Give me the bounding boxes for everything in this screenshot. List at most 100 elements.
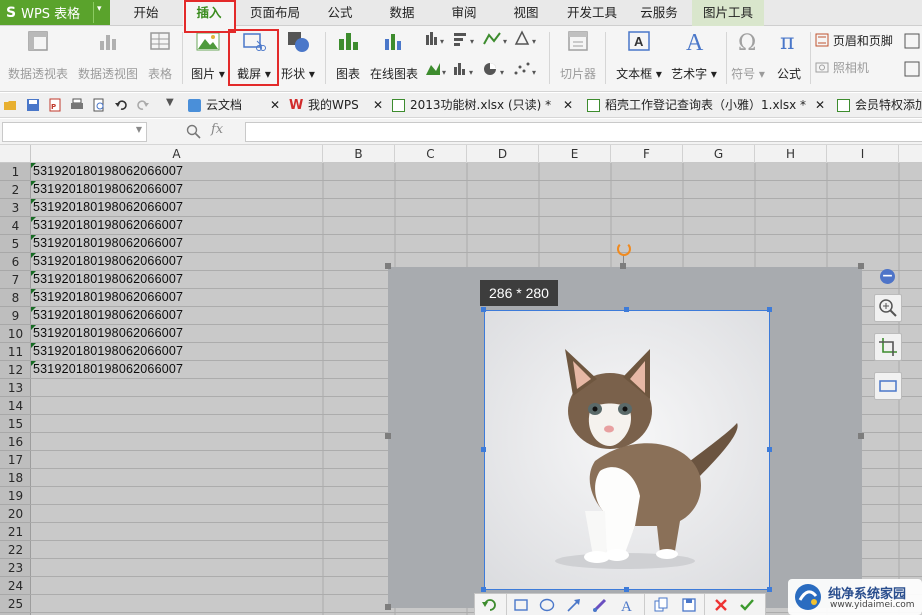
cell-a9[interactable]: 531920180198062066007 [31, 307, 323, 325]
cell-a12[interactable]: 531920180198062066007 [31, 361, 323, 379]
row-header[interactable]: 19 [0, 487, 31, 505]
cell-a3[interactable]: 531920180198062066007 [31, 199, 323, 217]
tab-page-layout[interactable]: 页面布局 [244, 0, 306, 26]
app-menu-arrow-icon[interactable]: ▾ [97, 4, 102, 14]
online-chart-button[interactable]: 在线图表 [368, 29, 420, 81]
row-header[interactable]: 13 [0, 379, 31, 397]
row-header[interactable]: 22 [0, 541, 31, 559]
crop-handle[interactable] [767, 587, 772, 592]
doc-tab-my-wps[interactable]: W 我的WPS [289, 93, 359, 118]
tab-home[interactable]: 开始 [120, 0, 172, 26]
cell-a1[interactable]: 531920180198062066007 [31, 163, 323, 181]
row-header[interactable]: 5 [0, 235, 31, 253]
arrow-tool-icon[interactable] [566, 597, 582, 613]
cell-a8[interactable]: 531920180198062066007 [31, 289, 323, 307]
print-icon[interactable] [70, 98, 84, 112]
crop-handle[interactable] [481, 447, 486, 452]
cell-a5[interactable]: 531920180198062066007 [31, 235, 323, 253]
cell-a6[interactable]: 531920180198062066007 [31, 253, 323, 271]
crop-handle[interactable] [624, 307, 629, 312]
frame-handle[interactable] [858, 263, 864, 269]
row-header[interactable]: 24 [0, 577, 31, 595]
wps-app-menu-button[interactable]: S WPS 表格 ▾ [0, 0, 110, 25]
wordart-button[interactable]: A 艺术字 ▾ [668, 29, 720, 81]
close-tab-icon[interactable]: ✕ [563, 93, 573, 118]
close-tab-icon[interactable]: ✕ [373, 93, 383, 118]
frame-handle[interactable] [385, 263, 391, 269]
qat-dropdown-icon[interactable]: ▼ [166, 97, 174, 108]
rectangle-tool-icon[interactable] [513, 597, 529, 613]
row-header[interactable]: 11 [0, 343, 31, 361]
frame-handle[interactable] [858, 433, 864, 439]
close-tab-icon[interactable]: ✕ [270, 93, 280, 118]
crop-handle[interactable] [481, 587, 486, 592]
crop-handle[interactable] [481, 307, 486, 312]
screenshot-capture-area[interactable] [484, 310, 770, 590]
row-header[interactable]: 15 [0, 415, 31, 433]
shapes-button[interactable]: 形状 ▾ [278, 29, 318, 81]
camera-button[interactable]: 照相机 [815, 59, 905, 77]
chart-type-gallery[interactable]: ▾ ▾ ▾ ▾ ▾ ▾ ▾ ▾ [424, 29, 544, 89]
cell-a7[interactable]: 531920180198062066007 [31, 271, 323, 289]
cell-a4[interactable]: 531920180198062066007 [31, 217, 323, 235]
print-preview-icon[interactable] [92, 98, 106, 112]
row-header[interactable]: 4 [0, 217, 31, 235]
chevron-down-icon[interactable]: ▼ [136, 125, 142, 134]
tab-insert[interactable]: 插入 [183, 0, 235, 26]
formula-button[interactable]: π 公式 [772, 29, 806, 81]
screenshot-button[interactable]: 截屏 ▾ [233, 29, 275, 81]
zoom-in-button[interactable] [874, 294, 902, 322]
row-header[interactable]: 10 [0, 325, 31, 343]
rotate-handle-icon[interactable] [617, 242, 631, 256]
save-icon[interactable] [26, 98, 40, 112]
textbox-button[interactable]: A 文本框 ▾ [613, 29, 665, 81]
picture-button[interactable]: 图片 ▾ [188, 29, 228, 81]
column-header-h[interactable]: H [755, 145, 827, 163]
save-icon[interactable] [681, 597, 697, 613]
doc-tab-func-tree[interactable]: 2013功能树.xlsx (只读) * [392, 93, 551, 118]
name-box[interactable]: ▼ [2, 122, 147, 142]
row-header[interactable]: 6 [0, 253, 31, 271]
column-header-a[interactable]: A [31, 145, 323, 163]
ellipse-tool-icon[interactable] [539, 597, 555, 613]
slicer-button[interactable]: 切片器 [556, 29, 600, 81]
close-tab-icon[interactable]: ✕ [815, 93, 825, 118]
frame-handle[interactable] [385, 604, 391, 610]
tab-review[interactable]: 审阅 [440, 0, 488, 26]
crop-handle[interactable] [767, 307, 772, 312]
row-header[interactable]: 8 [0, 289, 31, 307]
row-header[interactable]: 1 [0, 163, 31, 181]
row-header[interactable]: 14 [0, 397, 31, 415]
column-header-b[interactable]: B [323, 145, 395, 163]
crop-handle[interactable] [624, 587, 629, 592]
zoom-icon[interactable] [186, 124, 202, 140]
cell-a11[interactable]: 531920180198062066007 [31, 343, 323, 361]
tab-picture-tools[interactable]: 图片工具 [692, 0, 764, 26]
row-header[interactable]: 3 [0, 199, 31, 217]
crop-handle[interactable] [767, 447, 772, 452]
tab-data[interactable]: 数据 [378, 0, 426, 26]
row-header[interactable]: 9 [0, 307, 31, 325]
doc-tab-cloud[interactable]: 云文档 [188, 93, 242, 118]
row-header[interactable]: 20 [0, 505, 31, 523]
column-header-e[interactable]: E [539, 145, 611, 163]
column-header-f[interactable]: F [611, 145, 683, 163]
header-footer-button[interactable]: 页眉和页脚 [815, 32, 905, 50]
fit-frame-button[interactable] [874, 372, 902, 400]
fx-icon[interactable]: fx [211, 122, 223, 137]
column-header-i[interactable]: I [827, 145, 899, 163]
text-tool-icon[interactable]: A [619, 597, 635, 613]
chart-button[interactable]: 图表 [332, 29, 364, 81]
row-header[interactable]: 21 [0, 523, 31, 541]
row-header[interactable]: 17 [0, 451, 31, 469]
confirm-check-icon[interactable] [739, 597, 755, 613]
ribbon-overflow-icons[interactable] [903, 32, 922, 82]
row-header[interactable]: 2 [0, 181, 31, 199]
tab-cloud-service[interactable]: 云服务 [630, 0, 688, 26]
redo-icon[interactable] [136, 98, 150, 112]
doc-tab-member[interactable]: 会员特权添加 [837, 93, 922, 118]
export-pdf-icon[interactable]: P [48, 98, 62, 112]
row-header[interactable]: 7 [0, 271, 31, 289]
copy-icon[interactable] [653, 597, 669, 613]
pivot-chart-button[interactable]: 数据透视图 [76, 29, 140, 81]
